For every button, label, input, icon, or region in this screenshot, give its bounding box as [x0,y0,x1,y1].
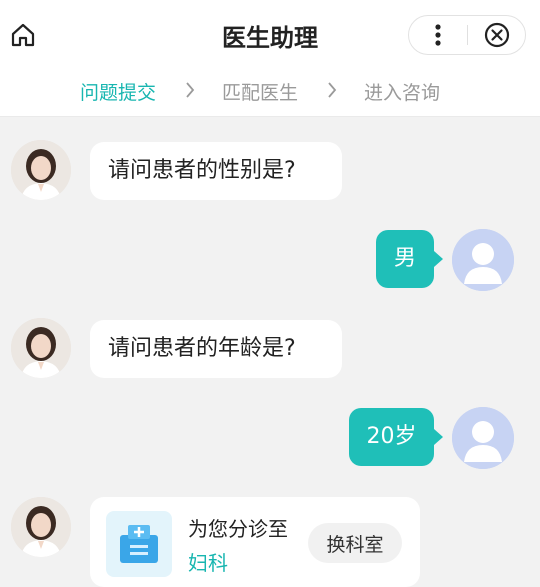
divider [0,116,540,117]
doctor-avatar[interactable] [11,318,71,378]
doctor-avatar[interactable] [11,140,71,200]
close-circle-icon[interactable] [468,16,526,54]
step-question-submit: 问题提交 [80,82,157,104]
bubble-tail [434,429,443,445]
doctor-message-bubble: 请问患者的性别是? [90,142,342,200]
chevron-right-icon [326,80,338,105]
department-card: 为您分诊至 妇科 换科室 [90,497,420,587]
chevron-right-icon [184,80,196,105]
user-message-bubble: 20岁 [349,408,434,466]
bubble-tail [434,251,443,267]
step-match-doctor: 匹配医生 [222,82,299,104]
mini-program-capsule [408,15,526,55]
message-text: 请问患者的年龄是? [108,336,296,361]
doctor-avatar[interactable] [11,497,71,557]
top-bar: 医生助理 [0,0,540,70]
message-text: 男 [393,246,416,271]
switch-department-button[interactable]: 换科室 [308,523,402,563]
user-avatar[interactable] [452,229,514,291]
doctor-message-bubble: 请问患者的年龄是? [90,320,342,378]
message-text: 20岁 [366,424,417,449]
user-avatar[interactable] [452,407,514,469]
step-enter-consultation: 进入咨询 [364,82,441,104]
department-name: 妇科 [188,551,228,575]
user-message-bubble: 男 [376,230,434,288]
triage-prefix: 为您分诊至 [188,517,288,541]
more-vertical-icon[interactable] [409,16,467,54]
progress-steps: 问题提交 匹配医生 进入咨询 [0,70,540,116]
hospital-icon [106,511,172,577]
message-text: 请问患者的性别是? [108,158,296,183]
